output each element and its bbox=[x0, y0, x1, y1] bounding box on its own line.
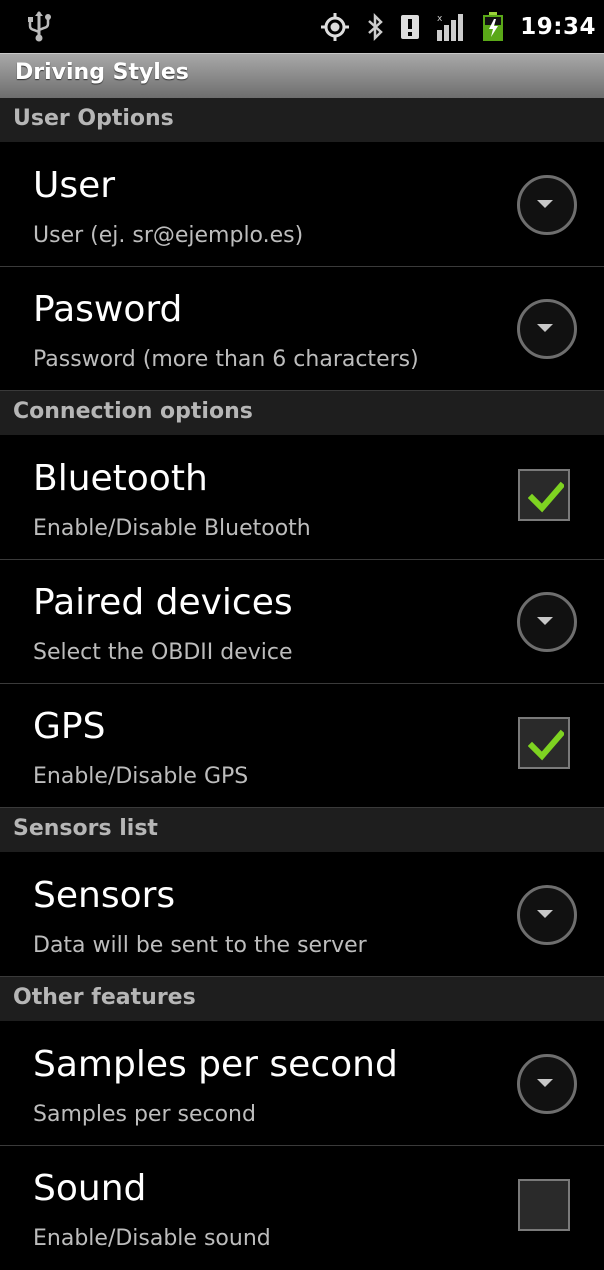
dropdown-arrow-icon[interactable] bbox=[516, 884, 577, 945]
title-bar: Driving Styles bbox=[0, 53, 604, 98]
bluetooth-icon bbox=[368, 12, 384, 41]
category-header-other-features: Other features bbox=[0, 977, 604, 1022]
pref-summary: User (ej. sr@ejemplo.es) bbox=[33, 223, 304, 248]
pref-bluetooth[interactable]: Bluetooth Enable/Disable Bluetooth bbox=[0, 436, 604, 560]
clock: 19:34 bbox=[520, 13, 596, 40]
alert-icon bbox=[401, 14, 420, 39]
pref-summary: Enable/Disable GPS bbox=[33, 764, 249, 789]
pref-title: Pasword bbox=[33, 289, 183, 330]
pref-samples-per-second[interactable]: Samples per second Samples per second bbox=[0, 1022, 604, 1146]
app-title: Driving Styles bbox=[15, 60, 189, 85]
pref-title: Sensors bbox=[33, 875, 176, 916]
dropdown-arrow-icon[interactable] bbox=[516, 1053, 577, 1114]
category-label: Other features bbox=[13, 985, 196, 1010]
signal-icon: x bbox=[437, 13, 464, 41]
pref-summary: Data will be sent to the server bbox=[33, 933, 367, 958]
bluetooth-checkbox[interactable] bbox=[516, 467, 576, 527]
category-header-connection-options: Connection options bbox=[0, 391, 604, 436]
dropdown-arrow-icon[interactable] bbox=[516, 591, 577, 652]
preference-list: User Options User User (ej. sr@ejemplo.e… bbox=[0, 98, 604, 1270]
svg-text:x: x bbox=[437, 14, 443, 24]
pref-title: Samples per second bbox=[33, 1044, 398, 1085]
pref-title: Sound bbox=[33, 1168, 147, 1209]
checkmark-icon bbox=[528, 481, 564, 513]
pref-user[interactable]: User User (ej. sr@ejemplo.es) bbox=[0, 143, 604, 267]
pref-summary: Samples per second bbox=[33, 1102, 256, 1127]
gps-icon bbox=[321, 12, 350, 41]
pref-gps[interactable]: GPS Enable/Disable GPS bbox=[0, 684, 604, 808]
pref-summary: Password (more than 6 characters) bbox=[33, 347, 419, 372]
dropdown-arrow-icon[interactable] bbox=[516, 174, 577, 235]
sound-checkbox[interactable] bbox=[516, 1177, 576, 1237]
status-bar: x 19:34 bbox=[0, 0, 604, 53]
pref-title: GPS bbox=[33, 706, 106, 747]
checkmark-icon bbox=[528, 729, 564, 761]
pref-sensors[interactable]: Sensors Data will be sent to the server bbox=[0, 853, 604, 977]
gps-checkbox[interactable] bbox=[516, 715, 576, 775]
usb-icon bbox=[28, 11, 51, 42]
category-label: Sensors list bbox=[13, 816, 158, 841]
category-label: Connection options bbox=[13, 399, 253, 424]
battery-charging-icon bbox=[483, 11, 504, 41]
pref-summary: Select the OBDII device bbox=[33, 640, 293, 665]
category-header-user-options: User Options bbox=[0, 98, 604, 143]
pref-paired-devices[interactable]: Paired devices Select the OBDII device bbox=[0, 560, 604, 684]
pref-summary: Enable/Disable sound bbox=[33, 1226, 271, 1251]
category-label: User Options bbox=[13, 106, 174, 131]
dropdown-arrow-icon[interactable] bbox=[516, 298, 577, 359]
pref-sound[interactable]: Sound Enable/Disable sound bbox=[0, 1146, 604, 1270]
category-header-sensors-list: Sensors list bbox=[0, 808, 604, 853]
pref-summary: Enable/Disable Bluetooth bbox=[33, 516, 311, 541]
pref-title: Bluetooth bbox=[33, 458, 208, 499]
pref-title: Paired devices bbox=[33, 582, 293, 623]
pref-title: User bbox=[33, 165, 116, 206]
pref-password[interactable]: Pasword Password (more than 6 characters… bbox=[0, 267, 604, 391]
